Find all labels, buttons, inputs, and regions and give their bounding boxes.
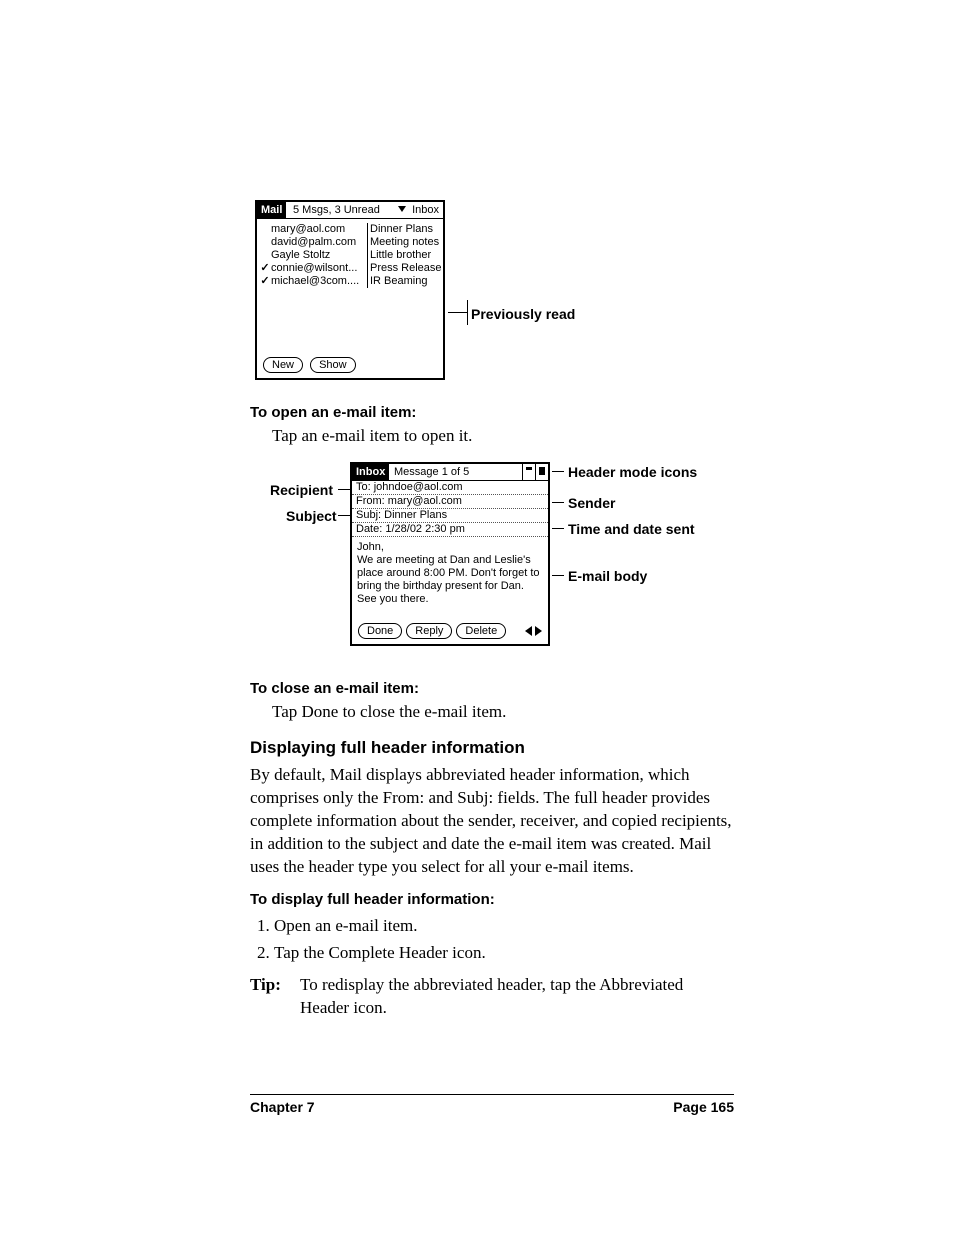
step-item: Open an e-mail item. — [274, 912, 734, 939]
delete-button[interactable]: Delete — [456, 623, 506, 639]
list-item[interactable]: Gayle Stoltz Little brother — [259, 249, 441, 262]
field-subj: Subj: Dinner Plans — [352, 509, 548, 523]
read-check-icon: ✓ — [259, 275, 271, 288]
list-item[interactable]: mary@aol.com Dinner Plans — [259, 223, 441, 236]
list-item[interactable]: david@palm.com Meeting notes — [259, 236, 441, 249]
column-divider — [367, 236, 368, 249]
message-titlebar: Inbox Message 1 of 5 — [352, 464, 548, 481]
message-count: Message 1 of 5 — [394, 464, 469, 480]
tip-block: Tip: To redisplay the abbreviated header… — [250, 974, 734, 1020]
complete-header-icon[interactable] — [535, 464, 548, 480]
sender-cell: Gayle Stoltz — [271, 249, 367, 262]
callout-leader — [552, 528, 564, 529]
sender-cell: connie@wilsont... — [271, 262, 367, 275]
mail-list-screen: Mail 5 Msgs, 3 Unread Inbox mary@aol.com… — [255, 200, 445, 380]
subject-cell: Little brother — [370, 249, 441, 262]
heading-close: To close an e-mail item: — [250, 680, 734, 697]
section-full-header: Displaying full header information By de… — [250, 738, 734, 1020]
done-button[interactable]: Done — [358, 623, 402, 639]
list-item[interactable]: ✓ michael@3com.... IR Beaming — [259, 275, 441, 288]
footer-left: Chapter 7 — [250, 1099, 315, 1115]
page: Mail 5 Msgs, 3 Unread Inbox mary@aol.com… — [0, 0, 954, 1235]
header-fields: To: johndoe@aol.com From: mary@aol.com S… — [352, 481, 548, 537]
email-body: John, We are meeting at Dan and Leslie's… — [352, 537, 548, 606]
column-divider — [367, 262, 368, 275]
prev-icon[interactable] — [525, 626, 532, 636]
footer-right: Page 165 — [673, 1099, 734, 1115]
callout-time: Time and date sent — [568, 521, 695, 537]
subject-cell: Dinner Plans — [370, 223, 441, 236]
sender-cell: david@palm.com — [271, 236, 367, 249]
figure-inbox: Mail 5 Msgs, 3 Unread Inbox mary@aol.com… — [250, 200, 734, 390]
footer-rule — [250, 1094, 734, 1095]
step-item: Tap the Complete Header icon. — [274, 939, 734, 966]
para-full-header: By default, Mail displays abbreviated he… — [250, 764, 734, 879]
callout-header-icons: Header mode icons — [568, 464, 697, 480]
heading-full-header: Displaying full header information — [250, 738, 734, 758]
abbrev-header-icon[interactable] — [522, 464, 535, 480]
subject-cell: Meeting notes — [370, 236, 441, 249]
callout-brace — [467, 300, 468, 325]
read-check-icon: ✓ — [259, 262, 271, 275]
next-icon[interactable] — [535, 626, 542, 636]
message-screen: Inbox Message 1 of 5 To: johndoe@aol.com… — [350, 462, 550, 646]
callout-leader — [552, 502, 564, 503]
mail-list: mary@aol.com Dinner Plans david@palm.com… — [257, 219, 443, 288]
tip-label: Tip: — [250, 974, 300, 1020]
callout-leader — [552, 471, 564, 472]
callout-leader — [552, 575, 564, 576]
sender-cell: mary@aol.com — [271, 223, 367, 236]
callout-subject: Subject — [286, 508, 337, 524]
tip-text: To redisplay the abbreviated header, tap… — [300, 974, 734, 1020]
field-date: Date: 1/28/02 2:30 pm — [352, 523, 548, 537]
callout-recipient: Recipient — [270, 482, 333, 498]
page-footer: Chapter 7 Page 165 — [250, 1094, 734, 1115]
show-button[interactable]: Show — [310, 357, 356, 373]
callout-body: E-mail body — [568, 568, 647, 584]
field-from: From: mary@aol.com — [352, 495, 548, 509]
steps-list: Open an e-mail item. Tap the Complete He… — [250, 912, 734, 966]
heading-steps: To display full header information: — [250, 891, 734, 908]
mail-titlebar: Mail 5 Msgs, 3 Unread Inbox — [257, 202, 443, 219]
dropdown-icon — [398, 206, 406, 212]
callout-sender: Sender — [568, 495, 615, 511]
heading-open: To open an e-mail item: — [250, 404, 734, 421]
column-divider — [367, 223, 368, 236]
mail-buttons: New Show — [263, 357, 360, 373]
app-name: Inbox — [352, 464, 389, 480]
section-close: To close an e-mail item: Tap Done to clo… — [250, 680, 734, 724]
nav-arrows[interactable] — [525, 626, 542, 636]
field-to: To: johndoe@aol.com — [352, 481, 548, 495]
figure-message: Recipient Subject Inbox Message 1 of 5 T… — [250, 462, 734, 662]
app-name: Mail — [257, 202, 286, 218]
folder-selector[interactable]: Inbox — [398, 202, 439, 218]
reply-button[interactable]: Reply — [406, 623, 452, 639]
mail-status: 5 Msgs, 3 Unread — [293, 202, 380, 218]
text-close: Tap Done to close the e-mail item. — [272, 701, 734, 724]
callout-leader — [448, 312, 468, 313]
new-button[interactable]: New — [263, 357, 303, 373]
sender-cell: michael@3com.... — [271, 275, 367, 288]
list-item[interactable]: ✓ connie@wilsont... Press Release — [259, 262, 441, 275]
column-divider — [367, 275, 368, 288]
folder-label: Inbox — [412, 204, 439, 216]
message-buttons: Done Reply Delete — [358, 623, 542, 639]
section-open: To open an e-mail item: Tap an e-mail it… — [250, 404, 734, 448]
subject-cell: IR Beaming — [370, 275, 441, 288]
column-divider — [367, 249, 368, 262]
callout-previously-read: Previously read — [471, 306, 575, 322]
text-open: Tap an e-mail item to open it. — [272, 425, 734, 448]
header-mode-icons[interactable] — [522, 464, 548, 480]
subject-cell: Press Release — [370, 262, 441, 275]
